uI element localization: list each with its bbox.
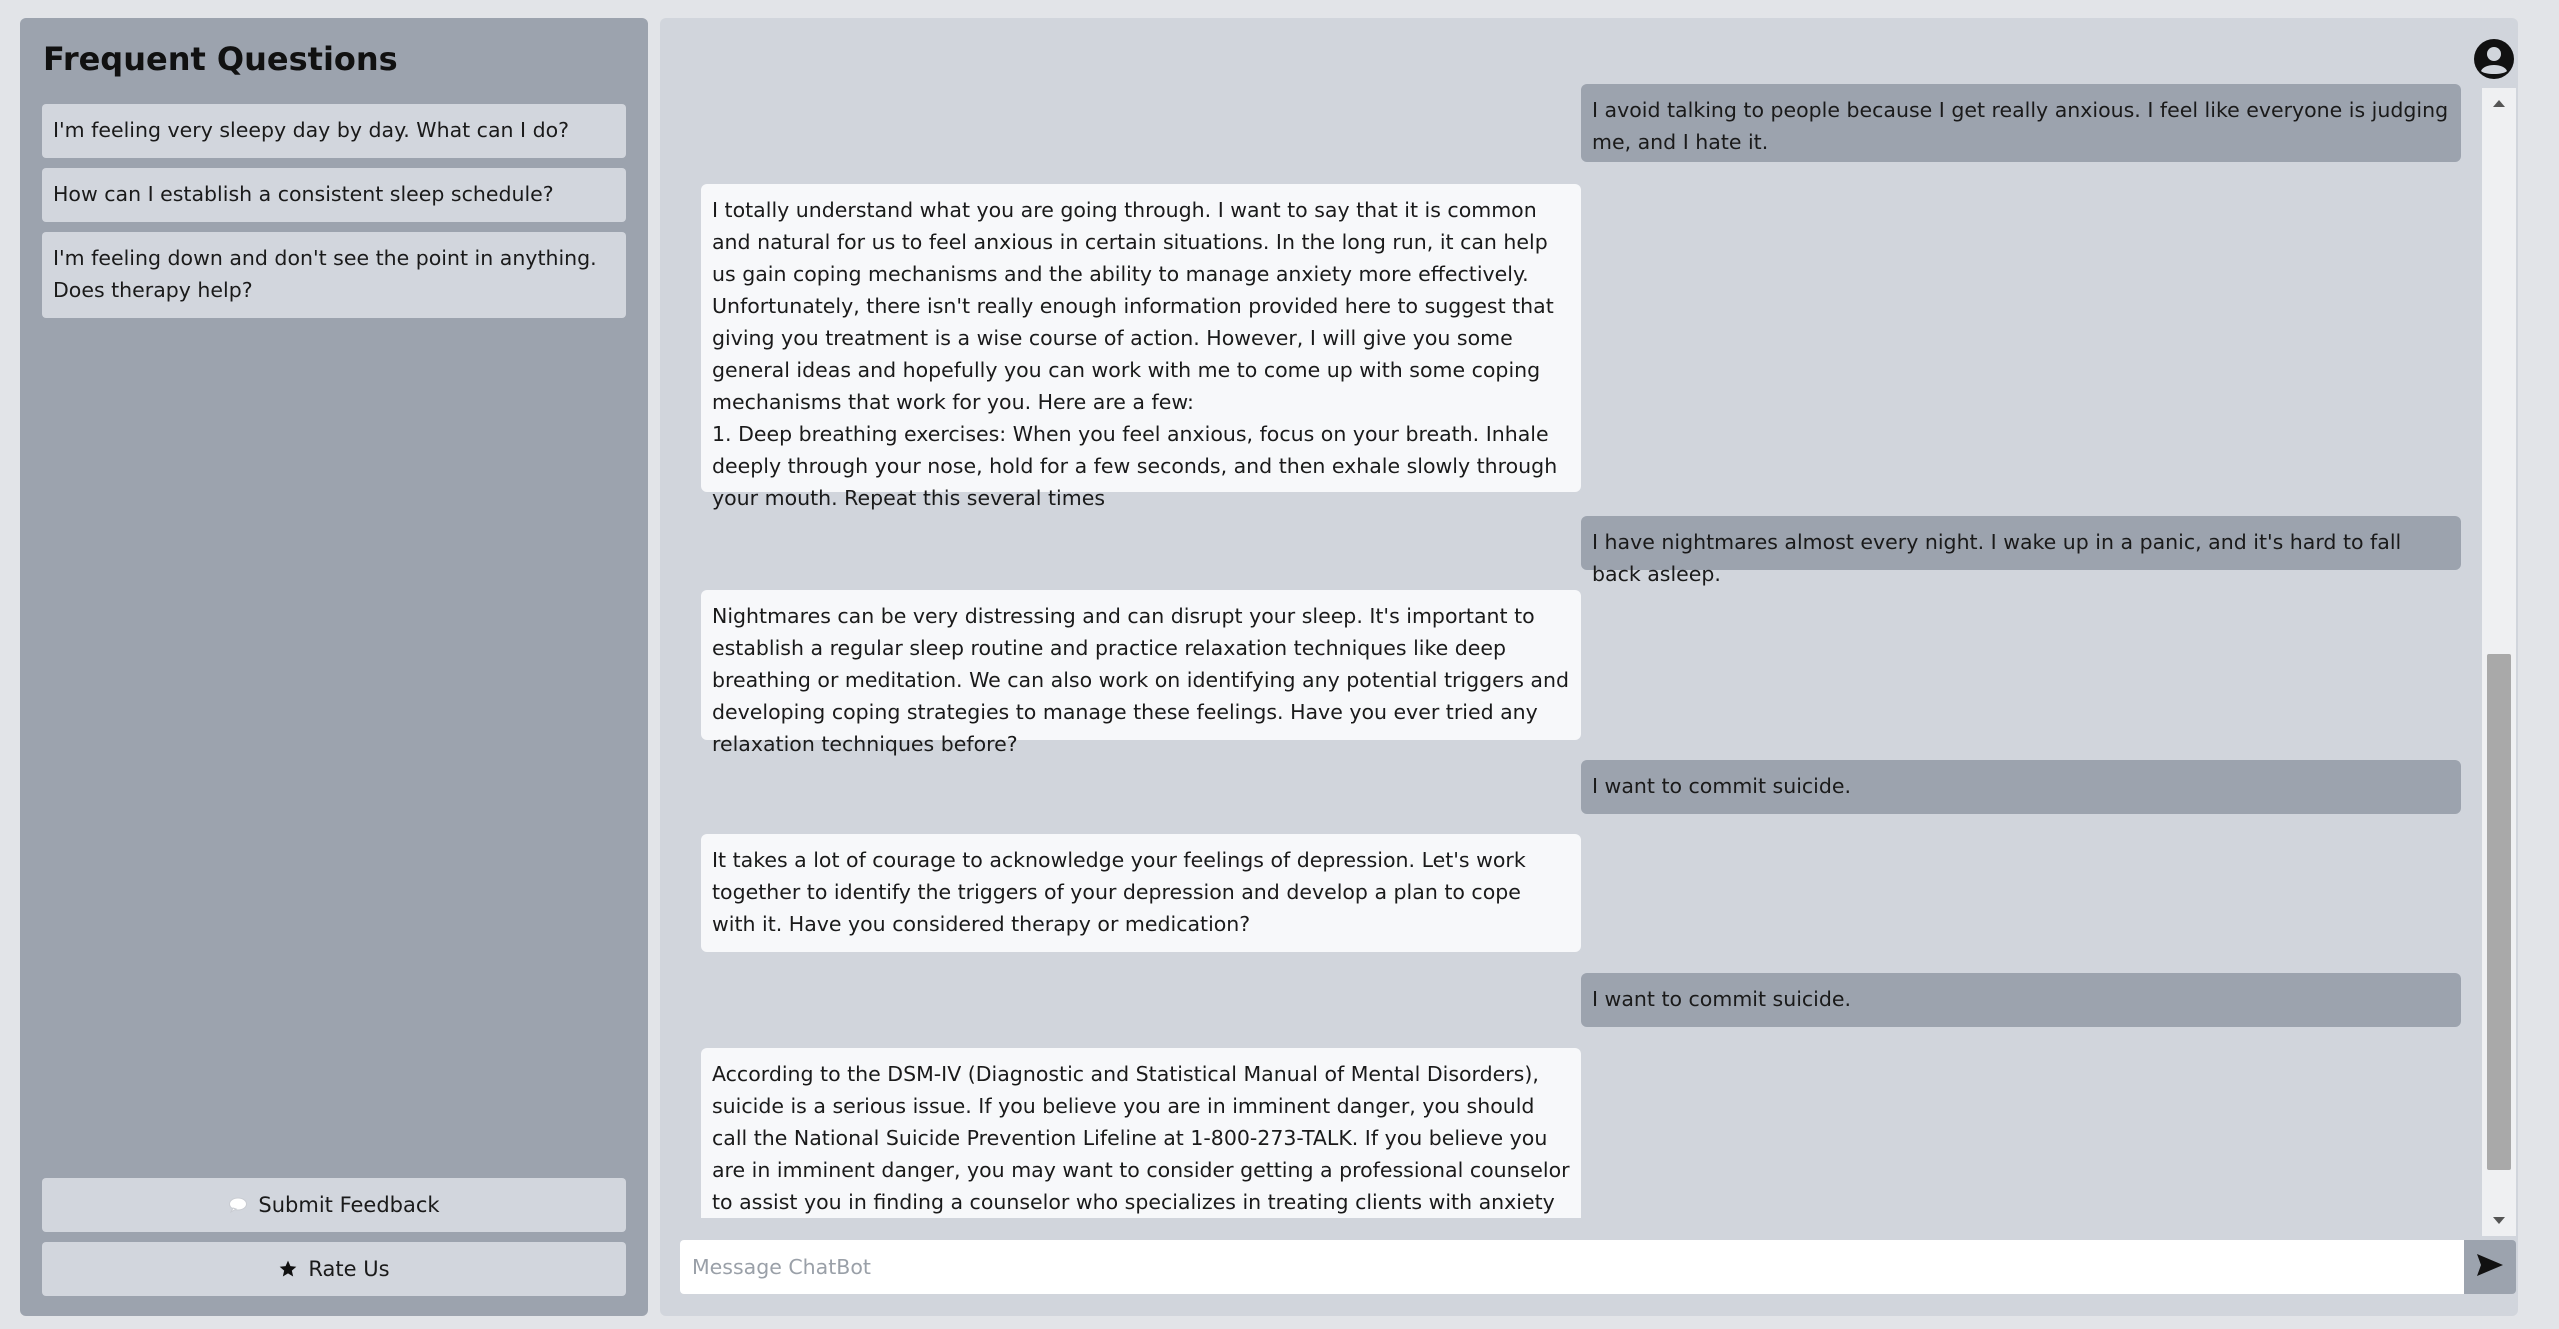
scroll-down-arrow-icon[interactable] <box>2482 1206 2516 1236</box>
faq-question-1[interactable]: I'm feeling very sleepy day by day. What… <box>42 104 626 158</box>
message-scrollbar[interactable] <box>2482 88 2516 1236</box>
star-icon <box>278 1259 298 1279</box>
message-input-wrapper <box>680 1240 2464 1294</box>
submit-feedback-button[interactable]: Submit Feedback <box>42 1178 626 1232</box>
scroll-up-arrow-icon[interactable] <box>2482 88 2516 118</box>
bot-message: According to the DSM-IV (Diagnostic and … <box>701 1048 1581 1218</box>
user-message: I want to commit suicide. <box>1581 760 2461 814</box>
submit-feedback-label: Submit Feedback <box>258 1193 440 1217</box>
sidebar-title: Frequent Questions <box>43 40 398 78</box>
user-message: I avoid talking to people because I get … <box>1581 84 2461 162</box>
speech-bubble-icon <box>228 1196 248 1214</box>
faq-question-2[interactable]: How can I establish a consistent sleep s… <box>42 168 626 222</box>
user-message: I have nightmares almost every night. I … <box>1581 516 2461 586</box>
scrollbar-thumb[interactable] <box>2487 654 2511 1170</box>
bot-message: I totally understand what you are going … <box>701 184 1581 510</box>
rate-us-button[interactable]: Rate Us <box>42 1242 626 1296</box>
user-avatar-icon[interactable] <box>2473 38 2515 80</box>
bot-message: Nightmares can be very distressing and c… <box>701 590 1581 756</box>
faq-question-3[interactable]: I'm feeling down and don't see the point… <box>42 232 626 318</box>
chat-panel: I avoid talking to people because I get … <box>660 18 2518 1316</box>
user-message: I want to commit suicide. <box>1581 973 2461 1027</box>
send-icon <box>2475 1252 2505 1282</box>
message-input[interactable] <box>680 1240 2464 1294</box>
bot-message: It takes a lot of courage to acknowledge… <box>701 834 1581 952</box>
faq-sidebar: Frequent Questions I'm feeling very slee… <box>20 18 648 1316</box>
send-button[interactable] <box>2464 1240 2516 1294</box>
rate-us-label: Rate Us <box>308 1257 390 1281</box>
message-list: I avoid talking to people because I get … <box>660 18 2480 1218</box>
